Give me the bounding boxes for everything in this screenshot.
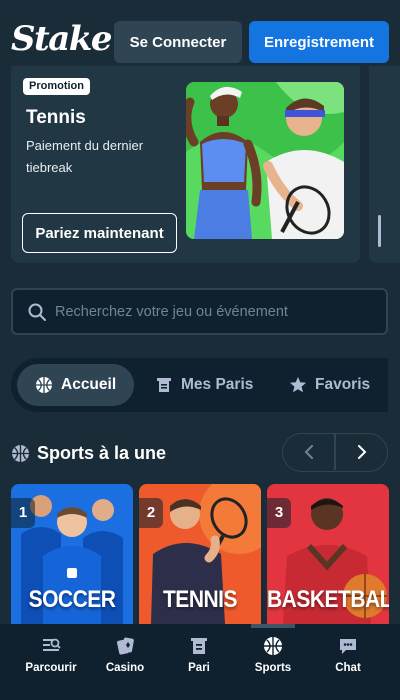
chat-icon [340, 639, 356, 654]
bet-now-button[interactable]: Pariez maintenant [22, 213, 177, 253]
sport-card-soccer[interactable]: 1 SOCCER [11, 484, 133, 624]
search-input[interactable] [55, 290, 375, 333]
rank-badge: 1 [11, 498, 35, 528]
browse-icon [43, 638, 61, 651]
nav-sports[interactable]: Sports [238, 636, 308, 674]
carousel-next-button[interactable] [336, 434, 387, 470]
active-nav-indicator [251, 624, 295, 628]
basketball-icon [36, 377, 52, 393]
carousel-prev-button[interactable] [283, 434, 335, 470]
tab-favorites[interactable]: Favoris [271, 364, 388, 406]
search-icon [28, 303, 46, 321]
rank-badge: 2 [139, 498, 163, 528]
nav-casino[interactable]: Casino [90, 636, 160, 674]
chevron-left-icon [304, 445, 313, 459]
tab-my-bets-label: Mes Paris [181, 376, 254, 393]
tab-home[interactable]: Accueil [17, 364, 135, 406]
nav-browse[interactable]: Parcourir [16, 636, 86, 674]
nav-bet-slip-label: Pari [188, 662, 210, 674]
bottom-nav: Parcourir Casino Pari Sports Chat [0, 624, 400, 700]
chevron-right-icon [358, 445, 367, 459]
featured-sports-title: Sports à la une [37, 443, 167, 463]
basketball-icon [12, 445, 29, 462]
tab-favorites-label: Favoris [315, 376, 371, 393]
bets-icon [157, 378, 171, 392]
promo-badge: Promotion [23, 78, 90, 95]
search-bar[interactable] [11, 288, 388, 335]
nav-browse-label: Parcourir [25, 662, 77, 674]
rank-badge: 3 [267, 498, 291, 528]
bet-slip-icon [191, 638, 207, 654]
nav-chat-label: Chat [335, 662, 361, 674]
main-tabs: Accueil Mes Paris Favoris [11, 358, 388, 412]
nav-casino-label: Casino [105, 662, 145, 674]
sport-card-label: TENNIS [162, 586, 238, 613]
nav-bet-slip[interactable]: Pari [164, 636, 234, 674]
nav-sports-label: Sports [254, 662, 292, 674]
casino-icon [117, 637, 134, 655]
sports-icon [264, 637, 282, 655]
star-icon [290, 377, 306, 393]
login-button[interactable]: Se Connecter [114, 21, 242, 63]
sport-card-label: BASKETBALL [267, 586, 389, 613]
sport-card-label: SOCCER [28, 586, 116, 613]
promo-title: Tennis [26, 107, 86, 128]
promo-description: Paiement du dernier tiebreak [26, 138, 144, 175]
sport-card-basketball[interactable]: 3 BASKETBALL [267, 484, 389, 624]
sport-card-tennis[interactable]: 2 TENNIS [139, 484, 261, 624]
tab-my-bets[interactable]: Mes Paris [137, 364, 271, 406]
promo-card-next[interactable] [369, 66, 400, 263]
promo-next-accent [378, 215, 381, 247]
nav-chat[interactable]: Chat [313, 636, 383, 674]
top-header: Stake Se Connecter Enregistrement [0, 0, 400, 70]
tab-home-label: Accueil [61, 376, 117, 393]
register-button[interactable]: Enregistrement [249, 21, 389, 63]
stake-logo[interactable]: Stake [11, 19, 112, 59]
carousel-nav [282, 433, 388, 472]
promo-tennis-image [186, 82, 344, 239]
